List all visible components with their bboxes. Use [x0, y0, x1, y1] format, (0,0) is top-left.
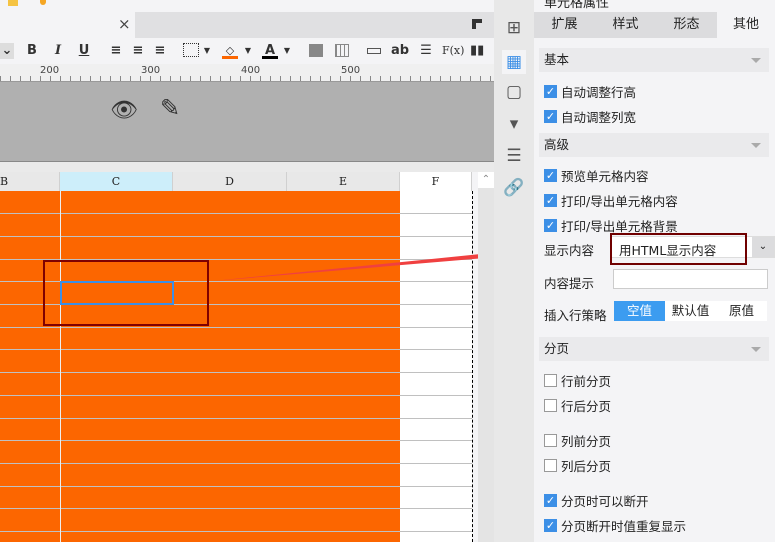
checkbox-label: 自动调整行高 [561, 85, 637, 100]
checkbox-label: 列前分页 [561, 434, 612, 449]
chevron-down-icon[interactable]: ⌄ [752, 237, 774, 257]
checkbox-label: 行前分页 [561, 374, 612, 389]
checkbox-label: 自动调整列宽 [561, 110, 637, 125]
side-icon-strip: ⊞ ▦ ▢ ▾ ☰ 🔗 [494, 0, 534, 542]
tab-style[interactable]: 样式 [595, 12, 656, 38]
display-content-label: 显示内容 [544, 243, 595, 258]
section-basic[interactable]: 基本 [539, 48, 769, 72]
border-frame-icon[interactable]: ▢ [502, 80, 526, 104]
option-original[interactable]: 原值 [716, 301, 767, 321]
checkbox-icon[interactable] [544, 459, 557, 472]
checkbox-page-after-col[interactable]: 列后分页 [544, 456, 611, 475]
checkbox-icon[interactable] [544, 374, 557, 387]
vertical-scrollbar[interactable]: ⌃ [478, 172, 494, 542]
cell-properties-panel: 单元格属性 扩展 样式 形态 其他 基本 ✓ 自动调整行高 ✓ 自动调整列宽 高级 … [534, 0, 775, 542]
content-hint-input[interactable] [613, 269, 768, 289]
checkbox-auto-col-width[interactable]: ✓ 自动调整列宽 [544, 107, 636, 126]
collapse-icon[interactable] [751, 58, 761, 68]
checkbox-label: 列后分页 [561, 459, 612, 474]
panel-title: 单元格属性 [544, 0, 610, 11]
checkbox-page-before-col[interactable]: 列前分页 [544, 431, 611, 450]
checkbox-page-after-row[interactable]: 行后分页 [544, 396, 611, 415]
option-empty[interactable]: 空值 [614, 301, 665, 321]
checkbox-icon[interactable] [544, 399, 557, 412]
checkbox-print-content[interactable]: ✓ 打印/导出单元格内容 [544, 191, 678, 210]
tab-form[interactable]: 形态 [656, 12, 717, 38]
widget-icon[interactable]: ▾ [502, 112, 526, 136]
checkbox-label: 分页时可以断开 [561, 494, 649, 509]
checkbox-page-before-row[interactable]: 行前分页 [544, 371, 611, 390]
section-title: 基本 [544, 52, 570, 67]
section-paging[interactable]: 分页 [539, 337, 769, 361]
checkbox-auto-row-height[interactable]: ✓ 自动调整行高 [544, 82, 636, 101]
collapse-icon[interactable] [751, 143, 761, 153]
section-title: 高级 [544, 137, 570, 152]
cell-properties-icon[interactable]: ▦ [502, 50, 526, 74]
insert-policy-group: 空值 默认值 原值 [614, 301, 767, 321]
checkbox-icon[interactable]: ✓ [544, 494, 557, 507]
insert-policy-label: 插入行策略 [544, 308, 607, 323]
checkbox-repeat-on-break[interactable]: ✓ 分页断开时值重复显示 [544, 516, 686, 535]
condition-icon[interactable]: ☰ [502, 144, 526, 168]
checkbox-icon[interactable]: ✓ [544, 110, 557, 123]
layout-icon[interactable]: ⊞ [502, 16, 526, 40]
content-hint-label: 内容提示 [544, 276, 595, 291]
checkbox-label: 预览单元格内容 [561, 169, 649, 184]
checkbox-icon[interactable]: ✓ [544, 169, 557, 182]
highlight-box [610, 233, 747, 265]
checkbox-icon[interactable]: ✓ [544, 219, 557, 232]
collapse-icon[interactable] [751, 347, 761, 357]
tab-other[interactable]: 其他 [717, 12, 775, 38]
checkbox-label: 打印/导出单元格内容 [561, 194, 678, 209]
section-title: 分页 [544, 341, 570, 356]
checkbox-icon[interactable] [544, 434, 557, 447]
checkbox-icon[interactable]: ✓ [544, 519, 557, 532]
checkbox-label: 分页断开时值重复显示 [561, 519, 687, 534]
checkbox-allow-break[interactable]: ✓ 分页时可以断开 [544, 491, 649, 510]
checkbox-label: 行后分页 [561, 399, 612, 414]
checkbox-icon[interactable]: ✓ [544, 85, 557, 98]
tab-expand[interactable]: 扩展 [534, 12, 595, 38]
option-default[interactable]: 默认值 [665, 301, 716, 321]
checkbox-icon[interactable]: ✓ [544, 194, 557, 207]
scroll-up-icon[interactable]: ⌃ [478, 172, 494, 188]
checkbox-preview-content[interactable]: ✓ 预览单元格内容 [544, 166, 649, 185]
link-icon[interactable]: 🔗 [502, 176, 526, 200]
section-advanced[interactable]: 高级 [539, 133, 769, 157]
